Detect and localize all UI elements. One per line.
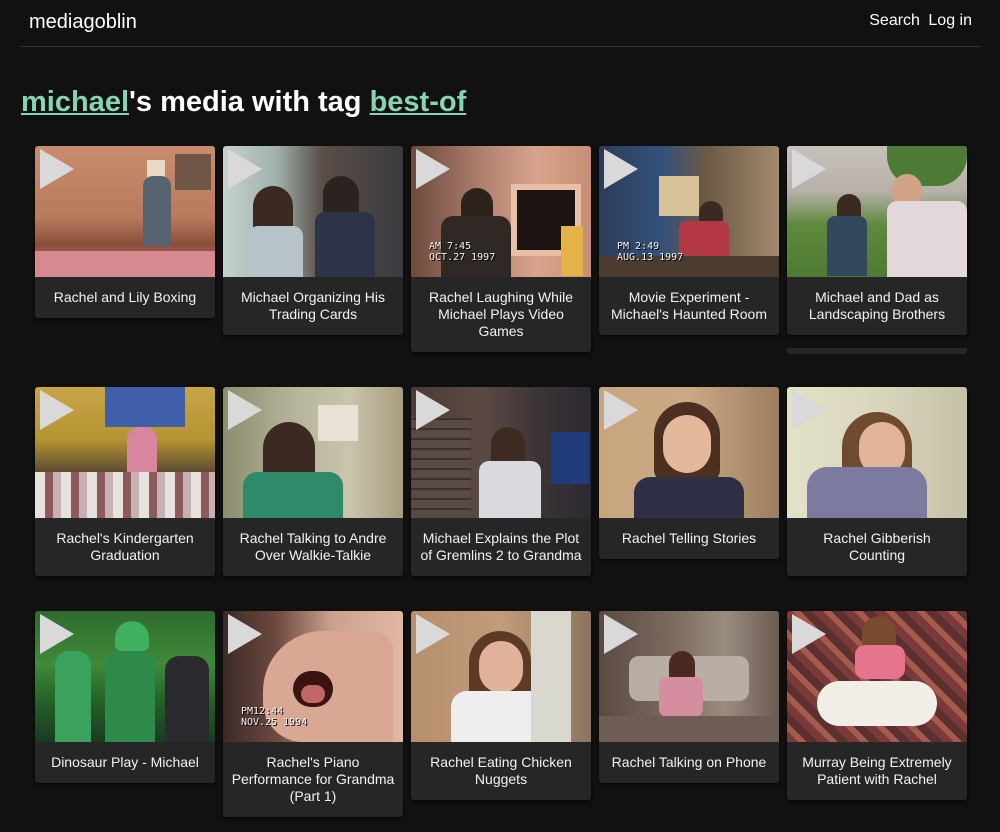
media-title[interactable]: Michael and Dad as Landscaping Brothers [787,277,967,335]
media-title[interactable]: Rachel Gibberish Counting [787,518,967,576]
play-icon [604,149,638,189]
play-icon [604,614,638,654]
media-title[interactable]: Rachel Eating Chicken Nuggets [411,742,591,800]
media-thumbnail[interactable] [787,611,967,742]
media-thumbnail[interactable] [223,146,403,277]
login-link[interactable]: Log in [928,12,972,29]
tag-link[interactable]: best-of [370,86,467,118]
media-thumbnail[interactable] [411,611,591,742]
media-card[interactable]: Michael and Dad as Landscaping Brothers [787,146,967,335]
media-title[interactable]: Movie Experiment - Michael's Haunted Roo… [599,277,779,335]
media-thumbnail[interactable] [223,387,403,518]
media-thumbnail[interactable] [599,387,779,518]
play-icon [416,149,450,189]
play-icon [792,390,826,430]
play-icon [40,149,74,189]
site-logo[interactable]: mediagoblin [29,11,137,34]
play-icon [40,614,74,654]
media-thumbnail[interactable] [35,387,215,518]
media-thumbnail[interactable] [787,146,967,277]
play-icon [604,390,638,430]
media-thumbnail[interactable]: AM 7:45 OCT.27 1997 [411,146,591,277]
vhs-timestamp: PM12:44 NOV.25 1994 [241,706,308,728]
media-card[interactable]: Rachel and Lily Boxing [35,146,215,318]
play-icon [792,614,826,654]
media-title[interactable]: Rachel Talking to Andre Over Walkie-Talk… [223,518,403,576]
media-thumbnail[interactable] [35,611,215,742]
media-title[interactable]: Dinosaur Play - Michael [35,742,215,783]
media-thumbnail[interactable] [411,387,591,518]
media-title[interactable]: Murray Being Extremely Patient with Rach… [787,742,967,800]
media-title[interactable]: Michael Organizing His Trading Cards [223,277,403,335]
play-icon [792,149,826,189]
play-icon [228,149,262,189]
media-title[interactable]: Rachel and Lily Boxing [35,277,215,318]
header-links: Search Log in [869,12,972,30]
media-card[interactable]: Michael Explains the Plot of Gremlins 2 … [411,387,591,576]
media-title[interactable]: Rachel Telling Stories [599,518,779,559]
page-title: michael's media with tag best-of [21,86,466,119]
site-header: mediagoblin Search Log in [21,0,980,47]
media-title[interactable]: Rachel's Kindergarten Graduation [35,518,215,576]
media-thumbnail[interactable] [599,611,779,742]
play-icon [228,614,262,654]
vhs-timestamp: AM 7:45 OCT.27 1997 [429,241,496,263]
media-card[interactable]: Rachel Telling Stories [599,387,779,559]
media-thumbnail[interactable]: PM12:44 NOV.25 1994 [223,611,403,742]
search-link[interactable]: Search [869,12,920,29]
media-title[interactable]: Rachel Laughing While Michael Plays Vide… [411,277,591,352]
media-card[interactable]: PM12:44 NOV.25 1994 Rachel's Piano Perfo… [223,611,403,817]
media-card[interactable]: Rachel Gibberish Counting [787,387,967,576]
media-thumbnail[interactable]: PM 2:49 AUG.13 1997 [599,146,779,277]
play-icon [228,390,262,430]
media-card[interactable]: Rachel Talking to Andre Over Walkie-Talk… [223,387,403,576]
play-icon [40,390,74,430]
media-thumbnail[interactable] [35,146,215,277]
media-card[interactable]: Rachel Eating Chicken Nuggets [411,611,591,800]
media-title[interactable]: Michael Explains the Plot of Gremlins 2 … [411,518,591,576]
vhs-timestamp: PM 2:49 AUG.13 1997 [617,241,684,263]
media-card[interactable]: Murray Being Extremely Patient with Rach… [787,611,967,800]
play-icon [416,390,450,430]
media-card[interactable]: Dinosaur Play - Michael [35,611,215,783]
media-title[interactable]: Rachel Talking on Phone [599,742,779,783]
play-icon [416,614,450,654]
media-card[interactable]: Michael Organizing His Trading Cards [223,146,403,335]
user-link[interactable]: michael [21,86,129,118]
media-thumbnail[interactable] [787,387,967,518]
media-card[interactable]: Rachel Talking on Phone [599,611,779,783]
card-shadow [787,348,967,354]
media-card[interactable]: AM 7:45 OCT.27 1997 Rachel Laughing Whil… [411,146,591,352]
media-card[interactable]: PM 2:49 AUG.13 1997 Movie Experiment - M… [599,146,779,335]
media-card[interactable]: Rachel's Kindergarten Graduation [35,387,215,576]
media-title[interactable]: Rachel's Piano Performance for Grandma (… [223,742,403,817]
title-text: 's media with tag [129,86,370,118]
